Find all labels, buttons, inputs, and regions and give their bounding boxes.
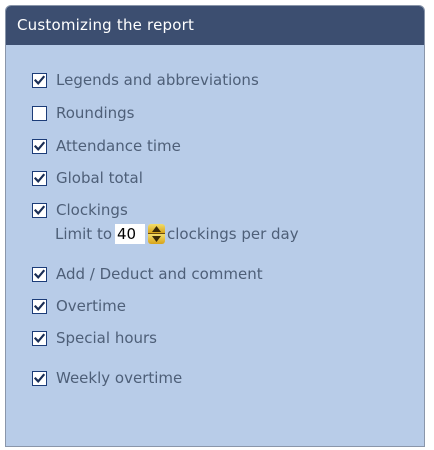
attendance-time-label[interactable]: Attendance time bbox=[56, 137, 181, 155]
roundings-checkbox[interactable] bbox=[32, 105, 47, 121]
arrow-up-icon bbox=[152, 225, 162, 232]
option-row-attendance-time[interactable]: Attendance time bbox=[32, 135, 181, 157]
special-hours-label[interactable]: Special hours bbox=[56, 329, 157, 347]
option-row-weekly-overtime[interactable]: Weekly overtime bbox=[32, 367, 182, 389]
option-row-legends[interactable]: Legends and abbreviations bbox=[32, 69, 259, 91]
panel-title: Customizing the report bbox=[6, 6, 424, 45]
check-icon bbox=[34, 140, 45, 151]
option-row-add-deduct[interactable]: Add / Deduct and comment bbox=[32, 263, 263, 285]
spinner-down-button[interactable] bbox=[148, 234, 166, 244]
add-deduct-checkbox[interactable] bbox=[32, 266, 47, 282]
option-row-overtime[interactable]: Overtime bbox=[32, 295, 126, 317]
report-customization-panel: Customizing the report Legends and abbre… bbox=[5, 5, 425, 447]
overtime-label[interactable]: Overtime bbox=[56, 297, 126, 315]
spinner-up-button[interactable] bbox=[148, 224, 166, 234]
limit-prefix-label: Limit to bbox=[55, 225, 113, 243]
weekly-overtime-label[interactable]: Weekly overtime bbox=[56, 369, 182, 387]
check-icon bbox=[34, 268, 45, 279]
clockings-limit-spinner[interactable] bbox=[148, 224, 166, 244]
option-row-clockings[interactable]: Clockings bbox=[32, 199, 128, 221]
check-icon bbox=[34, 172, 45, 183]
roundings-label[interactable]: Roundings bbox=[56, 104, 134, 122]
special-hours-checkbox[interactable] bbox=[32, 330, 47, 346]
clockings-checkbox[interactable] bbox=[32, 202, 47, 218]
check-icon bbox=[34, 372, 45, 383]
option-row-roundings[interactable]: Roundings bbox=[32, 102, 134, 124]
clockings-limit-row: Limit to clockings per day bbox=[55, 222, 299, 246]
clockings-label[interactable]: Clockings bbox=[56, 201, 128, 219]
check-icon bbox=[34, 74, 45, 85]
legends-label[interactable]: Legends and abbreviations bbox=[56, 71, 259, 89]
option-row-special-hours[interactable]: Special hours bbox=[32, 327, 157, 349]
global-total-checkbox[interactable] bbox=[32, 170, 47, 186]
check-icon bbox=[34, 300, 45, 311]
legends-checkbox[interactable] bbox=[32, 72, 47, 88]
add-deduct-label[interactable]: Add / Deduct and comment bbox=[56, 265, 263, 283]
clockings-limit-input[interactable] bbox=[115, 224, 146, 244]
arrow-down-icon bbox=[152, 236, 162, 242]
option-row-global-total[interactable]: Global total bbox=[32, 167, 143, 189]
global-total-label[interactable]: Global total bbox=[56, 169, 143, 187]
check-icon bbox=[34, 204, 45, 215]
overtime-checkbox[interactable] bbox=[32, 298, 47, 314]
weekly-overtime-checkbox[interactable] bbox=[32, 370, 47, 386]
check-icon bbox=[34, 332, 45, 343]
attendance-time-checkbox[interactable] bbox=[32, 138, 47, 154]
limit-suffix-label: clockings per day bbox=[167, 225, 299, 243]
